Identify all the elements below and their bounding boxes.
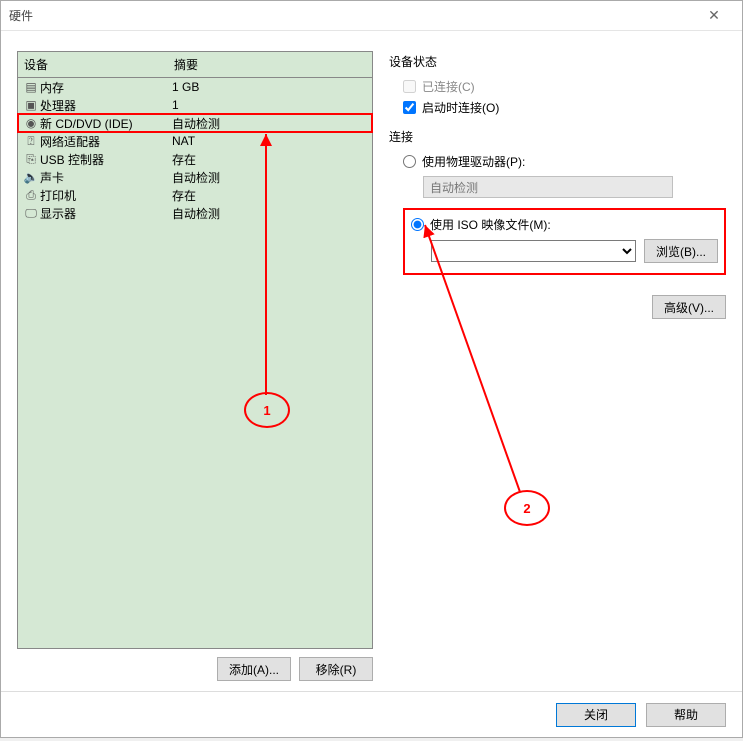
physical-drive-value: 自动检测 xyxy=(430,179,478,196)
sound-icon: 🔈 xyxy=(22,170,40,184)
device-summary: 自动检测 xyxy=(172,115,368,132)
header-summary: 摘要 xyxy=(168,52,372,77)
device-summary: 1 xyxy=(172,98,368,112)
device-row[interactable]: ⎘USB 控制器存在 xyxy=(18,150,372,168)
use-iso-label: 使用 ISO 映像文件(M): xyxy=(430,216,551,233)
device-name: 声卡 xyxy=(40,169,172,186)
device-summary: 自动检测 xyxy=(172,169,368,186)
usb-icon: ⎘ xyxy=(22,152,40,167)
device-summary: NAT xyxy=(172,134,368,148)
device-summary: 存在 xyxy=(172,187,368,204)
device-header: 设备 摘要 xyxy=(18,52,372,78)
device-name: 显示器 xyxy=(40,205,172,222)
use-physical-label: 使用物理驱动器(P): xyxy=(422,153,525,170)
device-row[interactable]: ◉新 CD/DVD (IDE)自动检测 xyxy=(18,114,372,132)
close-icon[interactable]: ✕ xyxy=(694,7,734,24)
printer-icon: ⎙ xyxy=(22,188,40,203)
hardware-dialog: 硬件 ✕ 设备 摘要 ▤内存1 GB▣处理器1◉新 CD/DVD (IDE)自动… xyxy=(0,0,743,738)
device-row[interactable]: ⍰网络适配器NAT xyxy=(18,132,372,150)
settings-panel: 设备状态 已连接(C) 启动时连接(O) 连接 使用物理驱动器(P): xyxy=(389,51,726,681)
window-title: 硬件 xyxy=(9,7,694,24)
device-name: 网络适配器 xyxy=(40,133,172,150)
device-row[interactable]: ▣处理器1 xyxy=(18,96,372,114)
connected-input xyxy=(403,80,416,93)
help-button[interactable]: 帮助 xyxy=(646,703,726,727)
physical-drive-combo: 自动检测 xyxy=(423,176,673,198)
network-icon: ⍰ xyxy=(22,134,40,149)
status-title: 设备状态 xyxy=(389,53,726,70)
connect-on-start-input[interactable] xyxy=(403,101,416,114)
connection-title: 连接 xyxy=(389,128,726,145)
device-row[interactable]: ▤内存1 GB xyxy=(18,78,372,96)
device-list: 设备 摘要 ▤内存1 GB▣处理器1◉新 CD/DVD (IDE)自动检测⍰网络… xyxy=(17,51,373,649)
device-summary: 1 GB xyxy=(172,80,368,94)
disc-icon: ◉ xyxy=(22,116,40,130)
device-buttons: 添加(A)... 移除(R) xyxy=(17,657,373,681)
device-name: 内存 xyxy=(40,79,172,96)
iso-section: 使用 ISO 映像文件(M): 浏览(B)... xyxy=(403,208,726,275)
use-iso-radio[interactable]: 使用 ISO 映像文件(M): xyxy=(411,216,718,233)
memory-icon: ▤ xyxy=(22,80,40,94)
display-icon: 🖵 xyxy=(22,206,40,221)
cpu-icon: ▣ xyxy=(22,98,40,112)
titlebar: 硬件 ✕ xyxy=(1,1,742,31)
connect-on-start-checkbox[interactable]: 启动时连接(O) xyxy=(403,99,726,116)
use-physical-radio[interactable]: 使用物理驱动器(P): xyxy=(403,153,726,170)
header-device: 设备 xyxy=(18,52,168,77)
device-name: 处理器 xyxy=(40,97,172,114)
device-row[interactable]: 🔈声卡自动检测 xyxy=(18,168,372,186)
use-physical-input[interactable] xyxy=(403,155,416,168)
browse-button[interactable]: 浏览(B)... xyxy=(644,239,718,263)
dialog-footer: 关闭 帮助 xyxy=(1,691,742,737)
device-panel: 设备 摘要 ▤内存1 GB▣处理器1◉新 CD/DVD (IDE)自动检测⍰网络… xyxy=(17,51,373,681)
close-button[interactable]: 关闭 xyxy=(556,703,636,727)
add-button[interactable]: 添加(A)... xyxy=(217,657,291,681)
device-name: USB 控制器 xyxy=(40,151,172,168)
device-row[interactable]: 🖵显示器自动检测 xyxy=(18,204,372,222)
device-name: 打印机 xyxy=(40,187,172,204)
iso-path-combo[interactable] xyxy=(431,240,636,262)
device-summary: 存在 xyxy=(172,151,368,168)
use-iso-input[interactable] xyxy=(411,218,424,231)
connect-on-start-label: 启动时连接(O) xyxy=(422,99,499,116)
device-row[interactable]: ⎙打印机存在 xyxy=(18,186,372,204)
connected-label: 已连接(C) xyxy=(422,78,475,95)
content-area: 设备 摘要 ▤内存1 GB▣处理器1◉新 CD/DVD (IDE)自动检测⍰网络… xyxy=(1,31,742,691)
device-summary: 自动检测 xyxy=(172,205,368,222)
advanced-button[interactable]: 高级(V)... xyxy=(652,295,726,319)
remove-button[interactable]: 移除(R) xyxy=(299,657,373,681)
device-name: 新 CD/DVD (IDE) xyxy=(40,115,172,132)
connected-checkbox: 已连接(C) xyxy=(403,78,726,95)
